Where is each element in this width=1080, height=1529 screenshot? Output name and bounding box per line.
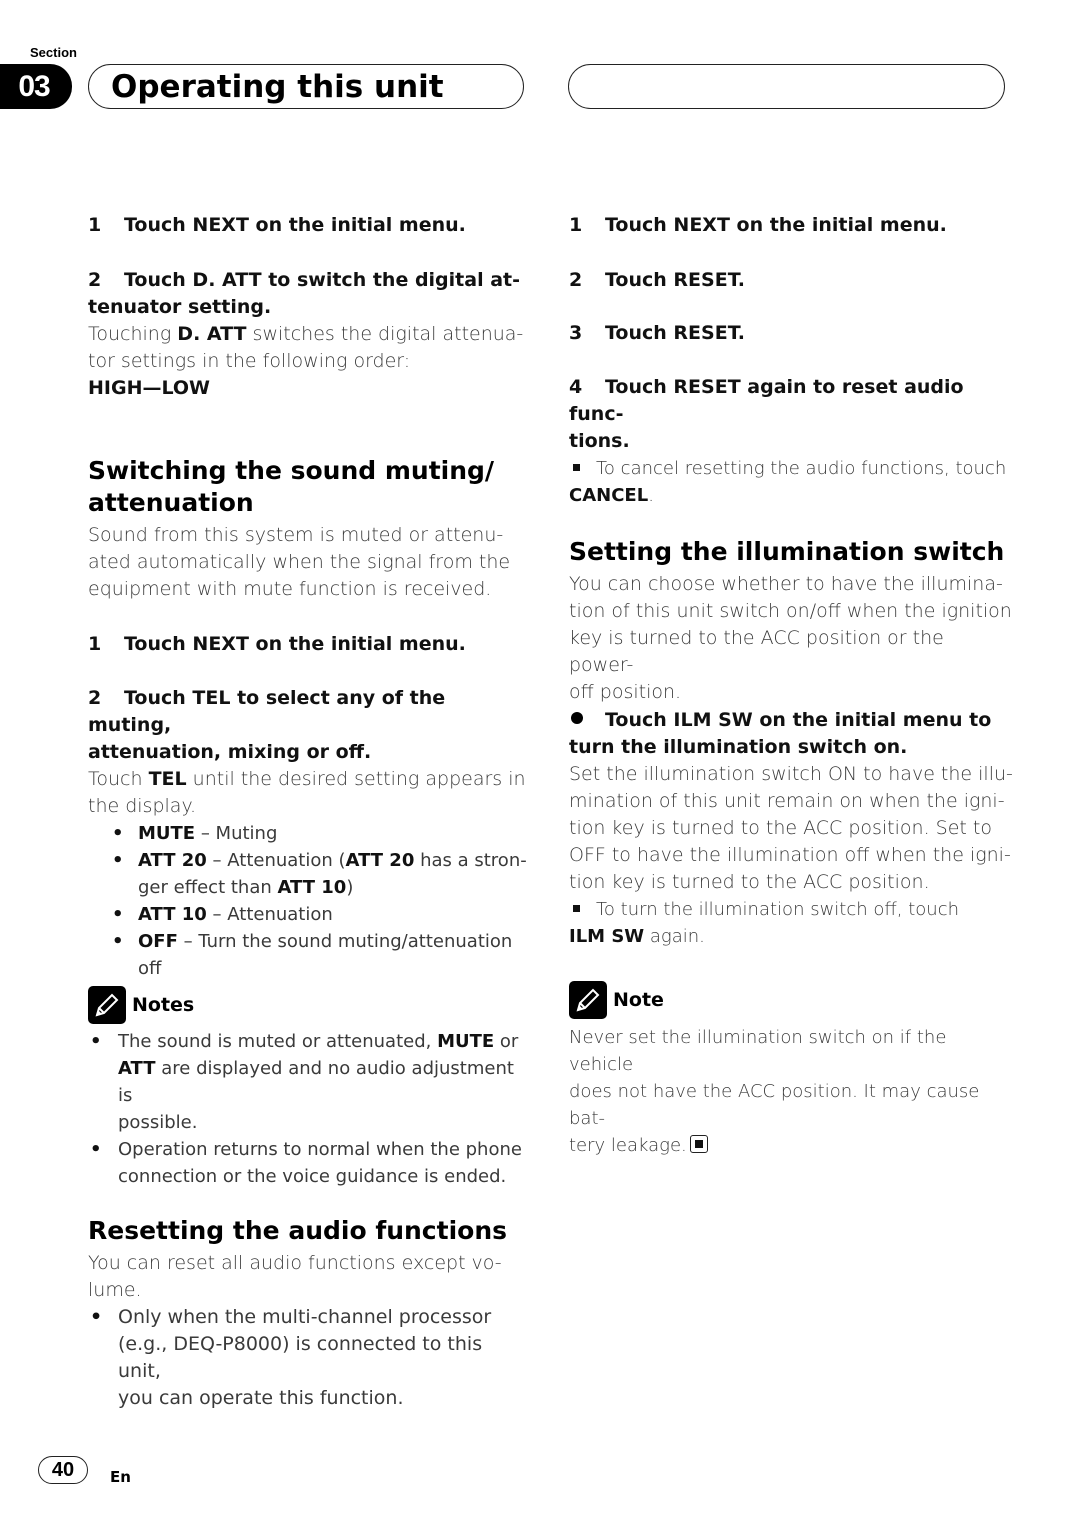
bullet-icon: • (112, 823, 124, 844)
step-description-cont: tor settings in the following order: (88, 350, 411, 372)
note-title: Note (613, 989, 664, 1011)
right-step-3: 3 Touch RESET. (569, 320, 1009, 347)
intro-line: lume. (88, 1279, 142, 1301)
note-line: does not have the ACC position. It may c… (569, 1081, 980, 1129)
attenuator-order: HIGH—LOW (88, 377, 211, 399)
list-item: • OFF – Turn the sound muting/attenuation… (88, 928, 528, 982)
list-item: • MUTE – Muting (88, 820, 528, 847)
intro-line: You can choose whether to have the illum… (569, 573, 1003, 595)
bullet-icon: • (90, 1306, 103, 1328)
left-step-1: 1 Touch NEXT on the initial menu. (88, 212, 528, 239)
body-line: tion key is turned to the ACC position. (569, 871, 930, 893)
notes-box: Notes • The sound is muted or attenuated,… (88, 986, 528, 1190)
step-text: Touch RESET. (605, 269, 745, 291)
section-heading: Switching the sound muting/ (88, 456, 495, 485)
page-number: 40 (38, 1456, 88, 1484)
note-line: Never set the illumination switch on if … (569, 1027, 947, 1075)
section-label: Section (30, 45, 77, 60)
intro-line: ated automatically when the signal from … (88, 551, 511, 573)
intro-line: key is turned to the ACC position or the… (569, 627, 944, 676)
intro-line: off position. (569, 681, 682, 703)
step-description: Touch TEL until the desired setting appe… (88, 768, 526, 790)
intro-line: equipment with mute function is received… (88, 578, 492, 600)
step-text: Touch NEXT on the initial menu. (124, 214, 466, 236)
step-number: 3 (569, 322, 583, 344)
bullet-icon: • (90, 1139, 102, 1160)
body-line: mination of this unit remain on when the… (569, 790, 1005, 812)
step-text: Touch NEXT on the initial menu. (605, 214, 947, 236)
step-number: 1 (569, 214, 583, 236)
step-text: Touch D. ATT to switch the digital at- (124, 269, 520, 291)
bullet-icon: • (112, 904, 124, 925)
right-step-1: 1 Touch NEXT on the initial menu. (569, 212, 1009, 239)
square-bullet-icon (573, 464, 580, 471)
end-of-section-icon (689, 1135, 708, 1153)
step-number: 1 (88, 214, 102, 236)
intro-line: Sound from this system is muted or atten… (88, 524, 504, 546)
list-item: • Only when the multi-channel processor (e… (90, 1306, 492, 1409)
step-text: Touch ILM SW on the initial menu to (605, 709, 992, 731)
section-heading: Resetting the audio functions (88, 1216, 507, 1245)
intro-line: tion of this unit switch on/off when the… (569, 600, 1012, 622)
notes-list: • The sound is muted or attenuated, MUTE … (88, 1028, 528, 1190)
reset-bullets: • Only when the multi-channel processor (e… (88, 1304, 528, 1412)
body-line: Set the illumination switch ON to have t… (569, 763, 1013, 785)
muting-step-2: 2 Touch TEL to select any of the muting, … (88, 685, 528, 982)
step-text: Touch RESET again to reset audio func- (569, 376, 964, 425)
illumination-section: Setting the illumination switch You can … (569, 536, 1014, 706)
bullet-icon: • (90, 1031, 102, 1052)
step-text-cont: turn the illumination switch on. (569, 736, 908, 758)
reset-section: Resetting the audio functions You can re… (88, 1215, 528, 1412)
pencil-note-icon (569, 981, 607, 1019)
list-item: • ATT 20 – Attenuation (ATT 20 has a stro… (88, 847, 528, 901)
header-empty-pill (568, 64, 1005, 109)
right-step-4: 4 Touch RESET again to reset audio func- … (569, 374, 1009, 509)
step-number: 4 (569, 376, 583, 398)
right-step-2: 2 Touch RESET. (569, 267, 1009, 294)
step-text: Touch RESET. (605, 322, 745, 344)
step-number: 2 (569, 269, 583, 291)
step-text-cont: attenuation, mixing or off. (88, 741, 372, 763)
intro-line: You can reset all audio functions except… (88, 1252, 502, 1274)
note-item: • The sound is muted or attenuated, MUTE … (88, 1028, 528, 1136)
illumination-action: Touch ILM SW on the initial menu to turn… (569, 707, 1014, 950)
section-number-badge: 03 (0, 64, 72, 109)
muting-step-1: 1 Touch NEXT on the initial menu. (88, 631, 528, 658)
step-description-cont: the display. (88, 795, 197, 817)
step-number: 1 (88, 633, 102, 655)
step-text-cont: tions. (569, 430, 630, 452)
bullet-icon: • (112, 850, 124, 871)
step-text: Touch TEL to select any of the muting, (88, 687, 446, 736)
pencil-note-icon (88, 986, 126, 1024)
section-heading-cont: attenuation (88, 488, 254, 517)
step-number: 2 (88, 687, 102, 709)
list-item: • ATT 10 – Attenuation (88, 901, 528, 928)
note-line-last: tery leakage. (569, 1132, 1014, 1159)
cancel-tip: To cancel resetting the audio functions,… (569, 455, 1009, 482)
bullet-icon: • (112, 931, 124, 952)
language-code: En (110, 1468, 131, 1486)
cancel-tip-cont: CANCEL. (569, 485, 654, 506)
round-bullet-icon (571, 712, 583, 724)
step-text: Touch NEXT on the initial menu. (124, 633, 466, 655)
step-text-cont: tenuator setting. (88, 296, 272, 318)
muting-options-list: • MUTE – Muting • ATT 20 – Attenuation (AT… (88, 820, 528, 982)
page-title: Operating this unit (88, 64, 524, 109)
off-tip: To turn the illumination switch off, tou… (569, 896, 1014, 923)
square-bullet-icon (573, 905, 580, 912)
step-number: 2 (88, 269, 102, 291)
left-step-2: 2 Touch D. ATT to switch the digital at- … (88, 267, 528, 402)
note-item: • Operation returns to normal when the ph… (88, 1136, 528, 1190)
note-box: Note Never set the illumination switch o… (569, 981, 1014, 1159)
section-heading: Setting the illumination switch (569, 537, 1005, 566)
body-line: OFF to have the illumination off when th… (569, 844, 1011, 866)
step-description: Touching D. ATT switches the digital att… (88, 323, 524, 345)
muting-section: Switching the sound muting/ attenuation … (88, 455, 528, 603)
off-tip-cont: ILM SW again. (569, 926, 705, 947)
notes-title: Notes (132, 994, 195, 1016)
notes-heading: Notes (88, 986, 528, 1024)
note-heading: Note (569, 981, 1014, 1019)
body-line: tion key is turned to the ACC position. … (569, 817, 992, 839)
